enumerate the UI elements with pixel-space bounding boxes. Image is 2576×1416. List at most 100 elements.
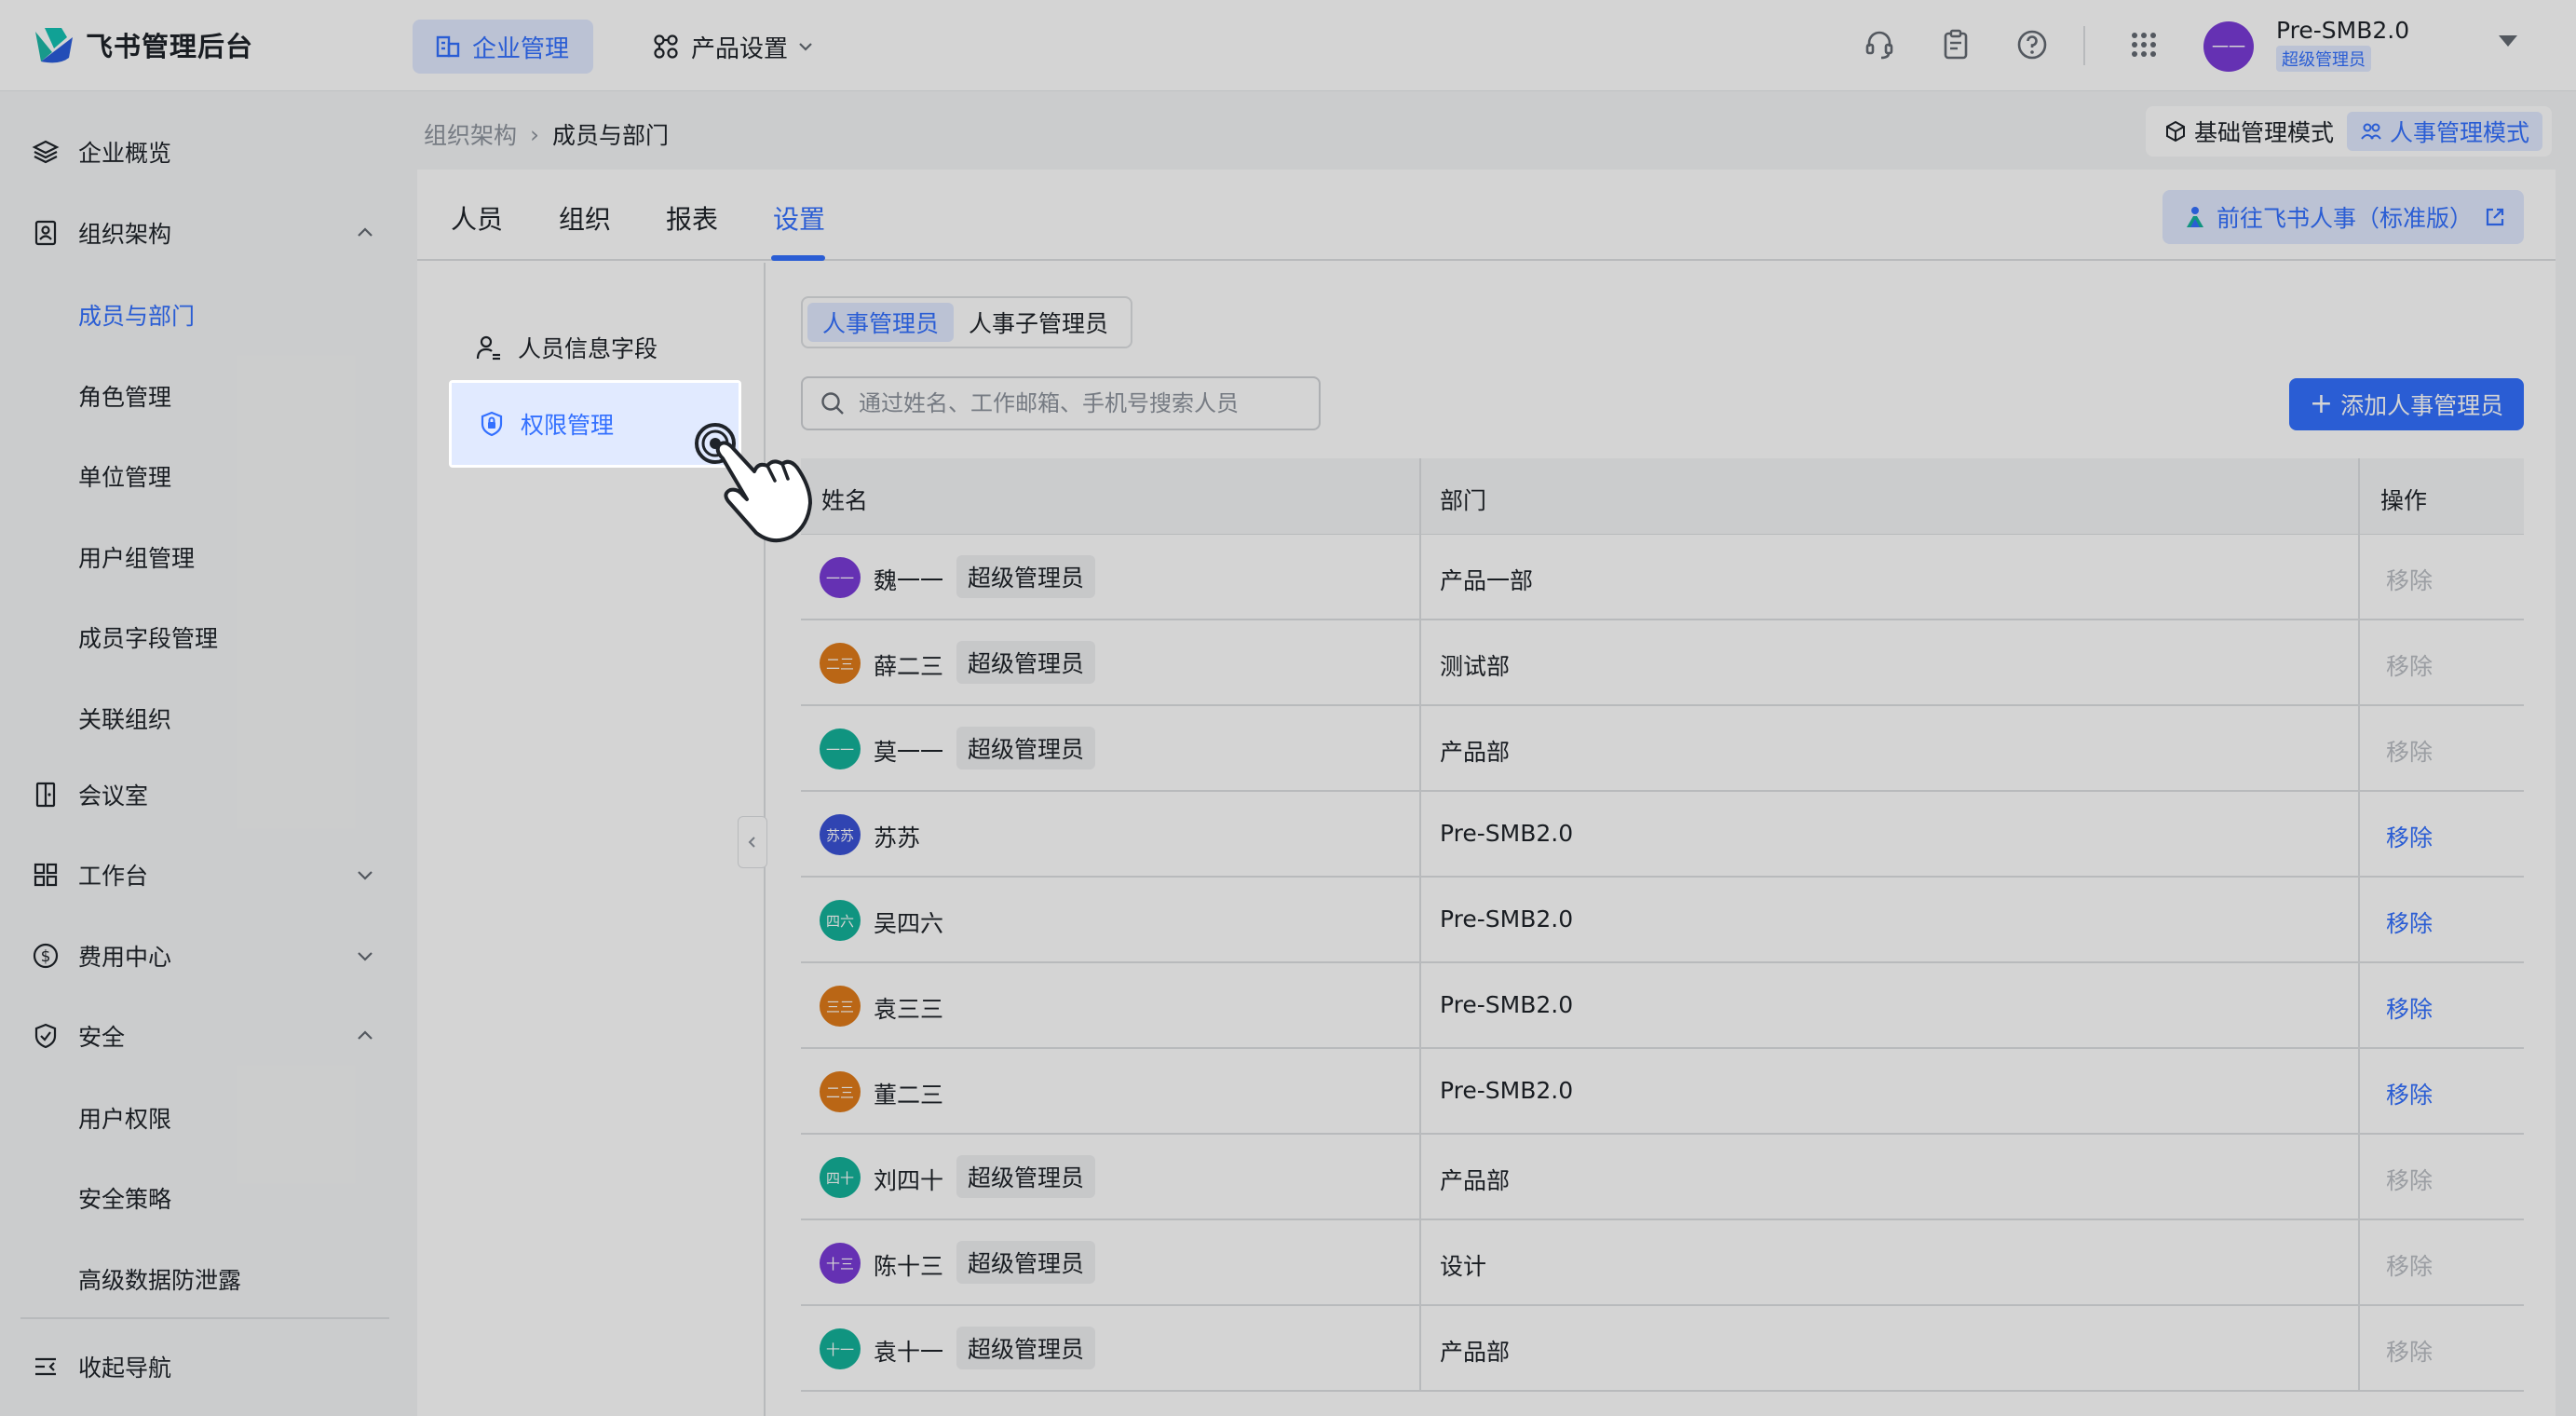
clipboard-icon[interactable] [1937,26,1974,63]
tab-org[interactable]: 组织 [559,199,611,237]
feishu-hr-icon [2187,207,2203,227]
sidebar-sub-units[interactable]: 单位管理 [78,459,171,493]
member-dept: 产品部 [1440,1167,1511,1194]
tab-people[interactable]: 人员 [451,199,503,237]
chevron-down-icon [358,952,373,961]
search-icon [821,392,844,415]
add-hr-admin-button[interactable]: + 添加人事管理员 [2289,378,2524,430]
sidebar-sub-security-policy[interactable]: 安全策略 [78,1181,171,1215]
help-icon[interactable] [2013,26,2051,63]
menu-personnel-fields-label: 人员信息字段 [518,335,658,362]
sidebar-sub-linked-orgs[interactable]: 关联组织 [78,701,171,735]
super-admin-badge: 超级管理员 [956,641,1096,684]
sidebar-item-org[interactable]: 组织架构 [0,200,415,266]
org-avatar[interactable]: 一一 [2203,21,2254,72]
org-role-badge: 超级管理员 [2276,46,2371,72]
table-row: 十三 陈十三 超级管理员 设计 移除 [801,1220,2524,1306]
chevron-up-icon [358,1030,373,1040]
building-icon [436,35,460,58]
topnav-enterprise[interactable]: 企业管理 [413,20,593,74]
basic-mode-button[interactable]: 基础管理模式 [2151,112,2347,151]
sidebar-sub-member-fields[interactable]: 成员字段管理 [78,620,218,654]
table-header: 姓名 部门 操作 [801,458,2524,535]
sidebar-sub-user-groups[interactable]: 用户组管理 [78,540,195,574]
remove-button[interactable]: 移除 [2386,1077,2433,1110]
member-dept: Pre-SMB2.0 [1440,905,1574,933]
column-header-dept[interactable]: 部门 [1440,483,1486,516]
sidebar-item-label: 会议室 [78,783,149,810]
goto-feishu-hr-button[interactable]: 前往飞书人事（标准版） [2162,190,2524,244]
panel-collapse-handle[interactable] [738,816,767,868]
member-dept: 产品一部 [1440,567,1534,594]
table-row: 苏苏 苏苏 Pre-SMB2.0 移除 [801,792,2524,878]
toolbar-divider [2083,26,2085,65]
apps-settings-icon [654,34,678,59]
member-name: 董二三 [874,1082,944,1109]
column-divider [2358,458,2360,1390]
sidebar-item-workbench[interactable]: 工作台 [0,842,415,907]
column-header-op: 操作 [2380,487,2428,514]
member-dept: 设计 [1440,1253,1487,1280]
column-divider [1419,458,1421,1390]
segment-hr-admin[interactable]: 人事管理员 [807,303,955,342]
breadcrumb-current: 成员与部门 [552,122,670,149]
chevron-down-icon [358,871,373,880]
avatar: 十三 [820,1243,861,1284]
cube-icon [2166,120,2185,143]
sidebar-sub-user-permissions[interactable]: 用户权限 [78,1101,171,1135]
contacts-icon [32,219,60,247]
app-grid-icon[interactable] [2125,26,2162,63]
remove-button[interactable]: 移除 [2386,905,2433,939]
sidebar-item-security[interactable]: 安全 [0,1003,415,1069]
org-name[interactable]: Pre-SMB2.0 [2276,17,2409,44]
avatar: 十一 [820,1328,861,1369]
sidebar-item-overview[interactable]: 企业概览 [0,119,415,184]
table-row: 二三 薛二三 超级管理员 测试部 移除 [801,620,2524,706]
sidebar-divider [20,1317,389,1319]
super-admin-badge: 超级管理员 [956,1241,1096,1284]
chevron-up-icon [358,227,373,237]
sidebar-sub-members-depts[interactable]: 成员与部门 [78,298,195,332]
member-name: 薛二三 [874,653,944,680]
avatar: 一一 [820,728,861,769]
tab-settings[interactable]: 设置 [773,199,825,237]
caret-down-icon[interactable] [2499,35,2517,47]
search-input[interactable] [859,390,1306,416]
sidebar-collapse-nav[interactable]: 收起导航 [0,1334,415,1399]
sidebar-sub-roles[interactable]: 角色管理 [78,379,171,413]
remove-button[interactable]: 移除 [2386,820,2433,853]
pointer-hand-icon [695,423,812,543]
avatar: 四六 [820,900,861,941]
shield-lock-icon [481,411,503,437]
remove-button: 移除 [2386,1339,2434,1366]
member-name: 苏苏 [874,824,921,851]
member-dept: Pre-SMB2.0 [1440,991,1574,1018]
hr-mode-label: 人事管理模式 [2390,119,2530,146]
headset-icon[interactable] [1861,26,1898,63]
sidebar-item-meeting[interactable]: 会议室 [0,762,415,827]
remove-button[interactable]: 移除 [2386,991,2433,1025]
super-admin-badge: 超级管理员 [956,727,1096,769]
member-name: 刘四十 [874,1167,944,1194]
table-row: 十一 袁十一 超级管理员 产品部 移除 [801,1306,2524,1392]
breadcrumb: 组织架构 › 成员与部门 [424,117,669,151]
menu-personnel-fields[interactable]: 人员信息字段 [454,313,730,382]
member-name: 袁十一 [874,1339,944,1366]
segment-hr-sub-admin[interactable]: 人事子管理员 [954,303,1123,342]
tab-bar: 人员 组织 报表 设置 前往飞书人事（标准版） [417,170,2556,261]
breadcrumb-parent[interactable]: 组织架构 [424,117,517,151]
remove-button: 移除 [2386,653,2434,680]
layers-icon [32,138,60,166]
chevron-down-icon [799,43,812,51]
sidebar-sub-dlp[interactable]: 高级数据防泄露 [78,1262,241,1296]
sidebar-item-billing[interactable]: $ 费用中心 [0,923,415,988]
avatar: 二三 [820,1071,861,1112]
member-dept: 产品部 [1440,1339,1511,1366]
super-admin-badge: 超级管理员 [956,555,1096,598]
hr-mode-button[interactable]: 人事管理模式 [2347,112,2543,151]
feishu-logo-icon [35,28,73,63]
member-name: 吴四六 [874,910,944,937]
tab-reports[interactable]: 报表 [666,199,718,237]
topnav-product-settings[interactable]: 产品设置 [652,20,814,74]
topnav-enterprise-label: 企业管理 [472,34,570,63]
